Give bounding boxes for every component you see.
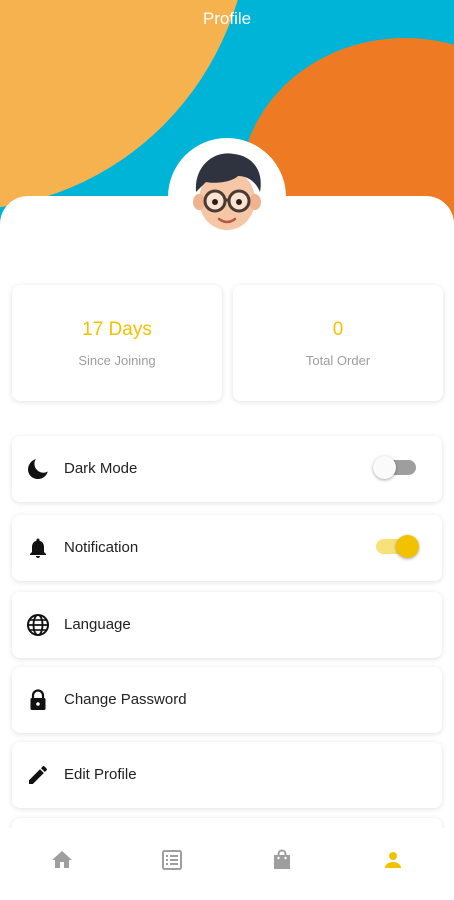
dark-mode-toggle[interactable] <box>373 456 416 479</box>
lock-icon <box>30 689 46 710</box>
notification-toggle[interactable] <box>376 535 419 558</box>
stat-card-joining: 17 Days Since Joining <box>12 285 222 401</box>
setting-label: Change Password <box>64 691 187 708</box>
toggle-knob <box>373 456 396 479</box>
setting-edit-profile[interactable]: Edit Profile <box>12 742 442 808</box>
stat-value: 17 Days <box>82 319 152 340</box>
stat-card-orders: 0 Total Order <box>233 285 443 401</box>
shopping-bag-icon[interactable] <box>270 848 294 872</box>
setting-dark-mode[interactable]: Dark Mode <box>12 436 442 502</box>
globe-icon <box>27 614 49 636</box>
toggle-knob <box>396 535 419 558</box>
setting-label: Language <box>64 616 131 633</box>
setting-label: Notification <box>64 539 139 556</box>
moon-icon <box>28 459 48 479</box>
stat-label: Total Order <box>305 353 371 368</box>
home-icon[interactable] <box>50 848 74 872</box>
page-title: Profile <box>202 9 252 28</box>
list-icon[interactable] <box>160 848 184 872</box>
setting-language[interactable]: Language <box>12 592 442 658</box>
stat-label: Since Joining <box>78 353 156 368</box>
stat-value: 0 <box>332 319 344 340</box>
setting-label: Edit Profile <box>64 766 137 783</box>
bottom-nav <box>0 828 454 900</box>
person-icon[interactable] <box>381 848 405 872</box>
pencil-icon <box>29 766 47 784</box>
setting-change-password[interactable]: Change Password <box>12 667 442 733</box>
avatar[interactable] <box>186 148 268 238</box>
setting-notification[interactable]: Notification <box>12 515 442 581</box>
bell-icon <box>30 538 46 558</box>
setting-label: Dark Mode <box>64 460 138 477</box>
